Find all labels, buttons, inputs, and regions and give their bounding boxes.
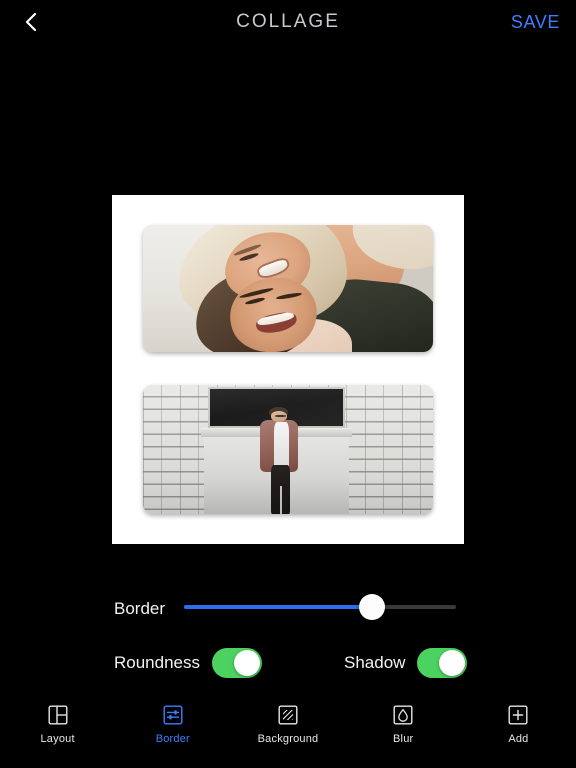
app-header: COLLAGE SAVE: [0, 0, 576, 44]
collage-photo-1[interactable]: [143, 225, 433, 352]
roundness-label: Roundness: [114, 653, 201, 672]
tab-blur-label: Blur: [393, 733, 414, 745]
tab-add-label: Add: [508, 733, 529, 745]
tab-layout-label: Layout: [40, 733, 75, 745]
tab-background-label: Background: [257, 733, 319, 745]
border-slider-label: Border: [114, 599, 166, 618]
border-slider-fill: [184, 605, 372, 609]
roundness-control: Roundness: [114, 648, 263, 678]
bottom-tabbar: Layout Border Background Blur Add: [0, 696, 576, 768]
shadow-control: Shadow: [344, 648, 468, 678]
collage-photo-2[interactable]: [143, 385, 433, 514]
photo-2-shading: [143, 385, 433, 514]
chevron-left-icon: [23, 10, 39, 34]
shadow-toggle-knob: [439, 650, 466, 676]
shadow-toggle[interactable]: [417, 648, 468, 678]
layout-grid-icon: [47, 704, 69, 726]
toggle-row: Roundness Shadow: [0, 648, 576, 682]
tab-add[interactable]: Add: [461, 704, 576, 745]
roundness-toggle[interactable]: [212, 648, 263, 678]
collage-canvas[interactable]: [112, 195, 464, 544]
page-title: COLLAGE: [236, 11, 340, 32]
border-slider-track[interactable]: [184, 594, 456, 620]
back-button[interactable]: [14, 5, 48, 39]
border-slider-row: Border: [0, 592, 576, 626]
border-slider-thumb[interactable]: [358, 594, 385, 620]
background-pattern-icon: [277, 704, 299, 726]
tab-border-label: Border: [155, 733, 190, 745]
tab-layout[interactable]: Layout: [0, 704, 115, 745]
roundness-toggle-knob: [234, 650, 261, 676]
tab-background[interactable]: Background: [230, 704, 345, 745]
blur-droplet-icon: [392, 704, 414, 726]
shadow-label: Shadow: [344, 653, 406, 672]
tab-blur[interactable]: Blur: [346, 704, 461, 745]
save-button[interactable]: SAVE: [511, 12, 560, 33]
border-sliders-icon: [162, 704, 184, 726]
add-plus-icon: [507, 704, 529, 726]
tab-border[interactable]: Border: [115, 704, 230, 745]
